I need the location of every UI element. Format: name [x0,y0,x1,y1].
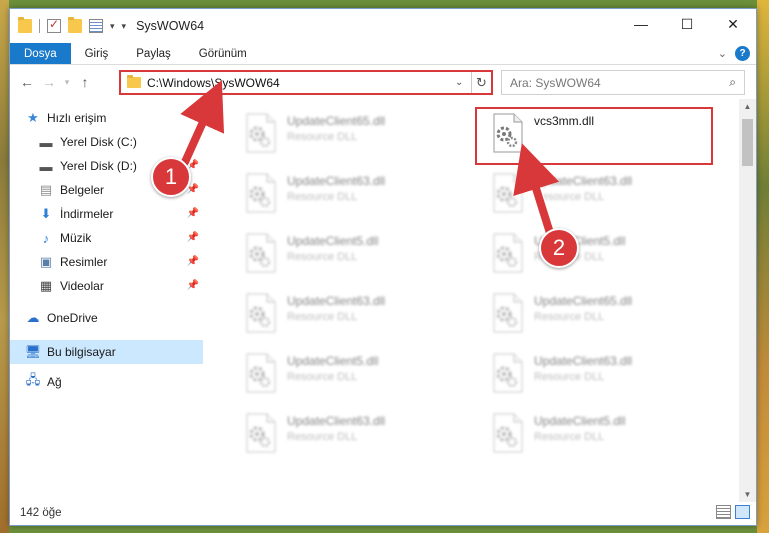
arrow-2 [513,143,560,237]
callout-step-1: 1 [151,157,191,197]
callout-arrows [179,80,560,239]
arrow-1 [180,80,225,166]
callout-step-2: 2 [539,228,579,268]
